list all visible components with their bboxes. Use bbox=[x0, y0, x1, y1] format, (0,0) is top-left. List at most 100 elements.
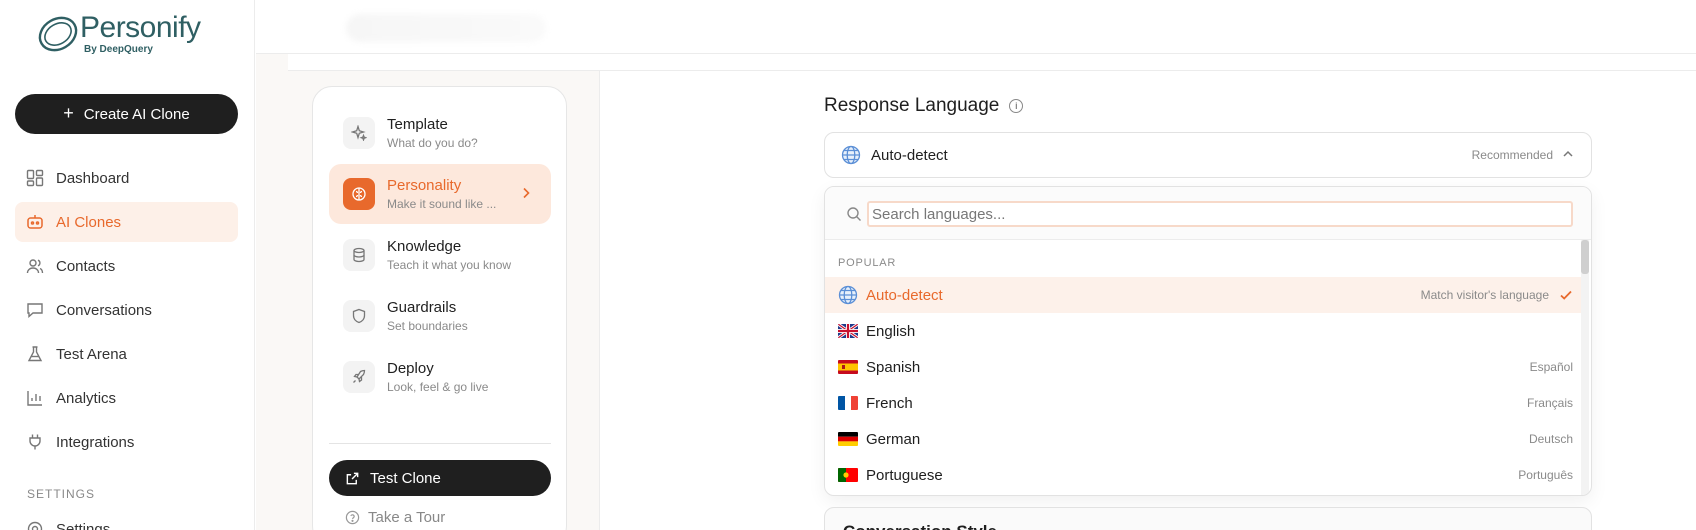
dashboard-icon bbox=[26, 169, 44, 187]
step-subtitle: Make it sound like ... bbox=[387, 197, 497, 211]
dropdown-scrollbar-thumb[interactable] bbox=[1581, 240, 1589, 274]
chevron-right-icon bbox=[523, 187, 530, 199]
step-title: Template bbox=[387, 116, 448, 133]
sparkles-icon bbox=[343, 117, 375, 149]
brand-sub: By DeepQuery bbox=[84, 44, 153, 55]
step-guardrails[interactable]: Guardrails Set boundaries bbox=[329, 286, 551, 346]
info-icon[interactable]: i bbox=[1009, 99, 1024, 113]
recommended-badge: Recommended bbox=[1471, 148, 1553, 162]
step-template[interactable]: Template What do you do? bbox=[329, 103, 551, 163]
language-search-row bbox=[825, 187, 1591, 240]
check-icon bbox=[1560, 290, 1572, 300]
steps-card: Template What do you do? Personality Mak… bbox=[312, 86, 567, 530]
database-icon bbox=[343, 239, 375, 271]
sidebar-item-integrations[interactable]: Integrations bbox=[15, 422, 238, 462]
search-icon bbox=[847, 207, 861, 221]
logo-mark-icon bbox=[38, 16, 78, 52]
language-search-input[interactable] bbox=[867, 201, 1573, 227]
message-icon bbox=[27, 303, 43, 319]
sidebar: Personify By DeepQuery + Create AI Clone… bbox=[0, 0, 255, 530]
content-gutter bbox=[256, 54, 288, 530]
conversation-style-card: Conversation Style bbox=[824, 507, 1592, 530]
section-title-text: Response Language bbox=[824, 95, 1000, 116]
sidebar-item-label: Integrations bbox=[56, 433, 135, 451]
step-title: Knowledge bbox=[387, 238, 462, 255]
language-name: Spanish bbox=[866, 358, 921, 376]
step-subtitle: Teach it what you know bbox=[387, 258, 512, 272]
portugal-flag-icon bbox=[838, 468, 858, 482]
create-ai-clone-button[interactable]: + Create AI Clone bbox=[15, 94, 238, 134]
language-native: Español bbox=[1529, 360, 1573, 374]
sidebar-item-analytics[interactable]: Analytics bbox=[15, 378, 238, 418]
shield-icon bbox=[343, 300, 375, 332]
language-name: Portuguese bbox=[866, 466, 943, 484]
chevron-up-icon bbox=[1563, 150, 1573, 157]
users-icon bbox=[26, 259, 44, 274]
topbar bbox=[256, 0, 1696, 54]
language-option-french[interactable]: French Français bbox=[825, 385, 1583, 421]
plug-icon bbox=[29, 434, 41, 450]
conversation-style-title: Conversation Style bbox=[843, 522, 997, 530]
step-subtitle: What do you do? bbox=[387, 136, 478, 150]
rocket-icon bbox=[343, 361, 375, 393]
step-subtitle: Set boundaries bbox=[387, 319, 468, 333]
sidebar-item-ai-clones[interactable]: AI Clones bbox=[15, 202, 238, 242]
language-option-english[interactable]: English bbox=[825, 313, 1583, 349]
step-subtitle: Look, feel & go live bbox=[387, 380, 489, 394]
language-option-portuguese[interactable]: Portuguese Português bbox=[825, 457, 1583, 493]
bot-icon bbox=[27, 215, 43, 229]
external-link-icon bbox=[346, 472, 359, 484]
step-personality[interactable]: Personality Make it sound like ... bbox=[329, 164, 551, 224]
language-option-auto-detect[interactable]: Auto-detect Match visitor's language bbox=[825, 277, 1583, 313]
language-native: Match visitor's language bbox=[1420, 288, 1549, 302]
sidebar-item-test-arena[interactable]: Test Arena bbox=[15, 334, 238, 374]
sidebar-item-label: Dashboard bbox=[56, 169, 130, 187]
language-native: Français bbox=[1526, 396, 1573, 410]
sidebar-item-label: AI Clones bbox=[56, 213, 122, 231]
sidebar-item-contacts[interactable]: Contacts bbox=[15, 246, 238, 286]
language-dropdown: POPULAR Auto-detect Match visitor's lang… bbox=[824, 186, 1592, 496]
language-option-spanish[interactable]: Spanish Español bbox=[825, 349, 1583, 385]
language-name: Auto-detect bbox=[866, 286, 943, 304]
settings-section-label: SETTINGS bbox=[27, 487, 96, 501]
steps-divider bbox=[329, 443, 551, 444]
plus-icon: + bbox=[63, 103, 74, 123]
sidebar-nav: Dashboard AI Clones Contacts Conversatio… bbox=[15, 158, 238, 466]
sidebar-item-label: Test Arena bbox=[56, 345, 127, 363]
logo[interactable]: Personify By DeepQuery bbox=[36, 12, 201, 56]
take-tour-link[interactable]: Take a Tour bbox=[345, 509, 445, 526]
sidebar-item-dashboard[interactable]: Dashboard bbox=[15, 158, 238, 198]
sidebar-item-conversations[interactable]: Conversations bbox=[15, 290, 238, 330]
test-clone-label: Test Clone bbox=[370, 469, 441, 487]
step-title: Deploy bbox=[387, 360, 434, 377]
step-title: Personality bbox=[387, 177, 462, 194]
language-name: English bbox=[866, 322, 916, 340]
sidebar-item-label: Conversations bbox=[56, 301, 152, 319]
language-list: Auto-detect Match visitor's language Eng… bbox=[825, 277, 1583, 493]
response-language-select[interactable]: Auto-detect Recommended bbox=[824, 132, 1592, 178]
step-title: Guardrails bbox=[387, 299, 457, 316]
language-native: Deutsch bbox=[1528, 432, 1573, 446]
create-ai-clone-label: Create AI Clone bbox=[83, 105, 190, 123]
flask-icon bbox=[27, 346, 43, 362]
dropdown-scrollbar-track[interactable] bbox=[1581, 240, 1589, 495]
france-flag-icon bbox=[838, 396, 858, 410]
language-option-german[interactable]: German Deutsch bbox=[825, 421, 1583, 457]
language-name: French bbox=[866, 394, 913, 412]
response-language-title: Response Language i bbox=[824, 95, 1024, 117]
help-circle-icon bbox=[345, 510, 360, 525]
step-deploy[interactable]: Deploy Look, feel & go live bbox=[329, 347, 551, 407]
test-clone-button[interactable]: Test Clone bbox=[329, 460, 551, 496]
brain-icon bbox=[343, 178, 375, 210]
take-tour-label: Take a Tour bbox=[368, 509, 446, 526]
selected-language: Auto-detect bbox=[871, 146, 948, 164]
step-knowledge[interactable]: Knowledge Teach it what you know bbox=[329, 225, 551, 285]
globe-icon bbox=[841, 145, 861, 165]
globe-icon bbox=[838, 285, 858, 305]
brand-name: Personify bbox=[80, 11, 201, 44]
sidebar-item-label: Analytics bbox=[56, 389, 117, 407]
language-name: German bbox=[866, 430, 921, 448]
sidebar-item-settings[interactable]: Settings bbox=[26, 520, 110, 530]
bar-chart-icon bbox=[27, 391, 42, 406]
sidebar-item-label: Settings bbox=[56, 520, 111, 530]
